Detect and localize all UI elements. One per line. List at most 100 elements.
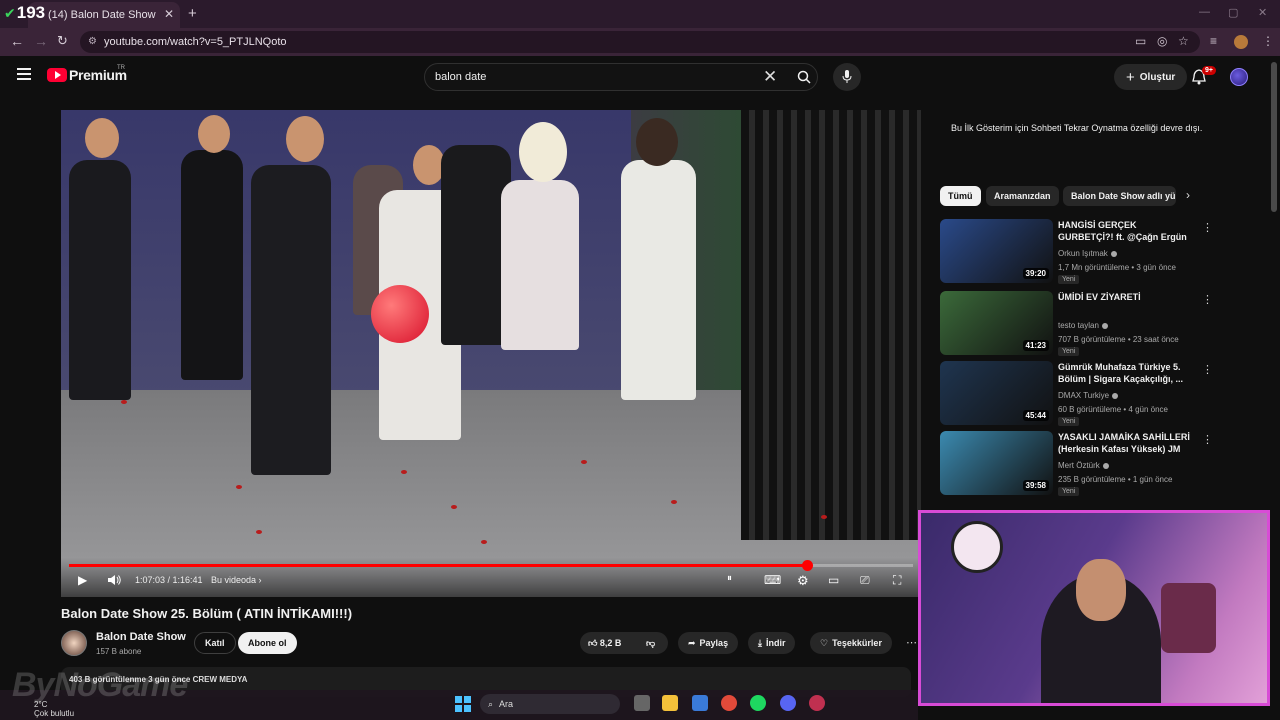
chip-from-channel[interactable]: Balon Date Show adlı yü [1063, 186, 1176, 206]
video-menu-icon[interactable]: ⋮ [1202, 221, 1213, 234]
tab-close-icon[interactable]: ✕ [164, 7, 174, 21]
create-button[interactable]: + Oluştur [1114, 64, 1188, 90]
viewer-counter: ✔ 193 [4, 3, 46, 22]
spotify-icon[interactable] [750, 695, 766, 711]
share-icon: ➦ [688, 637, 696, 648]
file-explorer-icon[interactable] [662, 695, 678, 711]
task-view-icon[interactable] [634, 695, 650, 711]
chip-from-search[interactable]: Aramanızdan [986, 186, 1059, 206]
fullscreen-icon[interactable]: ⛶ [893, 573, 901, 588]
video-duration: 45:44 [1022, 410, 1049, 421]
theater-mode-icon[interactable]: ▭ [828, 573, 839, 587]
eye-off-icon[interactable]: ◎ [1157, 34, 1167, 48]
video-menu-icon[interactable]: ⋮ [1202, 363, 1213, 376]
video-person-head [636, 118, 678, 166]
like-button[interactable]: 👍︎ 8,2 B [588, 638, 621, 649]
chair-image [1161, 583, 1216, 653]
profile-icon[interactable] [1234, 35, 1248, 49]
app-icon[interactable] [809, 695, 825, 711]
cast-icon[interactable]: ▭ [1135, 34, 1146, 48]
search-input[interactable] [435, 71, 755, 83]
recommended-video-title[interactable]: YASAKLI JAMAİKA SAHİLLERİ (Herkesin Kafa… [1058, 431, 1193, 455]
video-thumbnail[interactable]: 39:20 [940, 219, 1053, 283]
menu-list-icon[interactable]: ≡ [1210, 34, 1217, 48]
volume-icon[interactable] [108, 574, 122, 586]
guide-menu-icon[interactable] [17, 68, 31, 83]
bookmark-star-icon[interactable]: ☆ [1178, 34, 1189, 48]
youtube-header: Premium TR ✕ +Oluştur 9+ [0, 56, 1270, 98]
search-button[interactable] [789, 64, 819, 90]
minimize-icon[interactable]: — [1199, 6, 1210, 18]
recommended-channel-name[interactable]: Orkun Işıtmak [1058, 249, 1117, 258]
maximize-icon[interactable]: ▢ [1228, 6, 1238, 19]
recommended-channel-name[interactable]: Mert Öztürk [1058, 461, 1109, 470]
settings-gear-icon[interactable]: ⚙ [797, 573, 809, 589]
play-icon[interactable]: ▶ [78, 573, 87, 587]
recommended-video[interactable]: 41:23 ÜMİDİ EV ZİYARETİ testo taylan 707 B … [940, 291, 1215, 357]
chip-all[interactable]: Tümü [940, 186, 981, 206]
subtitles-icon[interactable]: ⌨ [764, 573, 781, 587]
recommended-channel-name[interactable]: testo taylan [1058, 321, 1108, 330]
cast-icon[interactable]: ⎚ [860, 573, 870, 588]
download-icon: ⤓ [758, 637, 762, 648]
weather-widget[interactable]: 2°C Çok bulutlu [34, 700, 74, 718]
recommended-video[interactable]: 45:44 Gümrük Muhafaza Türkiye 5. Bölüm | … [940, 361, 1215, 427]
chips-next-icon[interactable]: › [1186, 188, 1190, 202]
youtube-premium-logo[interactable]: Premium TR [47, 65, 127, 83]
petal [581, 460, 587, 464]
back-icon[interactable]: ← [10, 33, 24, 49]
region-code: TR [117, 65, 125, 71]
recommended-video[interactable]: 39:58 YASAKLI JAMAİKA SAHİLLERİ (Herkesin… [940, 431, 1215, 497]
page-scrollbar[interactable] [1271, 62, 1277, 212]
share-button[interactable]: ➦ Paylaş [678, 632, 739, 654]
close-window-icon[interactable]: ✕ [1258, 6, 1267, 19]
store-icon[interactable] [692, 695, 708, 711]
channel-name[interactable]: Balon Date Show [96, 631, 186, 643]
petal [236, 485, 242, 489]
subscribe-button[interactable]: Abone ol [238, 632, 297, 654]
new-badge: Yeni [1058, 347, 1080, 356]
progress-bar[interactable] [69, 560, 913, 571]
video-menu-icon[interactable]: ⋮ [1202, 433, 1213, 446]
site-info-icon[interactable]: ⚙ [88, 36, 97, 47]
channel-avatar[interactable] [61, 630, 87, 656]
windows-start-icon[interactable] [455, 696, 471, 712]
more-menu-icon[interactable]: ⋮ [1262, 34, 1274, 48]
voice-search-button[interactable] [833, 63, 861, 91]
search-icon [797, 70, 811, 84]
dislike-button[interactable]: 👎︎ [646, 638, 655, 649]
clear-search-icon[interactable]: ✕ [763, 67, 777, 87]
recommended-video-title[interactable]: Gümrük Muhafaza Türkiye 5. Bölüm | Sigar… [1058, 361, 1193, 385]
url-field[interactable]: ⚙ youtube.com/watch?v=5_PTJLNQoto [80, 31, 1200, 53]
recommended-video-title[interactable]: ÜMİDİ EV ZİYARETİ [1058, 291, 1193, 303]
counter-icon: ✔ [4, 4, 16, 21]
video-thumbnail[interactable]: 45:44 [940, 361, 1053, 425]
video-player[interactable]: ▶ 1:07:03 / 1:16:41 Bu videoda › ⏸ ⌨ ⚙ ▭… [61, 110, 921, 597]
video-thumbnail[interactable]: 39:58 [940, 431, 1053, 495]
video-person [251, 165, 331, 475]
autoplay-toggle-icon[interactable]: ⏸ [727, 573, 732, 584]
discord-icon[interactable] [780, 695, 796, 711]
progress-scrubber[interactable] [801, 560, 813, 571]
verified-icon [1110, 250, 1117, 257]
thanks-button[interactable]: ♡ Teşekkürler [810, 632, 892, 654]
reload-icon[interactable]: ↻ [57, 33, 68, 49]
video-menu-icon[interactable]: ⋮ [1202, 293, 1213, 306]
browser-tab[interactable]: (14) Balon Date Show 25. Bölüm ✕ [28, 2, 180, 28]
thanks-icon: ♡ [820, 637, 829, 648]
more-actions-icon[interactable]: ⋯ [906, 636, 917, 649]
join-button[interactable]: Katıl [194, 632, 236, 654]
video-thumbnail[interactable]: 41:23 [940, 291, 1053, 355]
download-button[interactable]: ⤓ İndir [748, 632, 796, 654]
chapter-button[interactable]: Bu videoda › [211, 575, 262, 585]
recommended-video-title[interactable]: HANGİSİ GERÇEK GURBETÇİ?! ft. @Çağn Ergü… [1058, 219, 1193, 243]
taskbar-search[interactable]: ⌕ Ara [480, 694, 620, 714]
forward-icon[interactable]: → [34, 33, 48, 49]
chrome-icon[interactable] [721, 695, 737, 711]
video-duration: 41:23 [1022, 340, 1049, 351]
like-dislike-group: 👍︎ 8,2 B 👎︎ [580, 632, 668, 654]
recommended-video[interactable]: 39:20 HANGİSİ GERÇEK GURBETÇİ?! ft. @Çağn… [940, 219, 1215, 285]
account-avatar[interactable] [1230, 68, 1248, 86]
new-tab-icon[interactable]: + [188, 5, 197, 22]
recommended-channel-name[interactable]: DMAX Turkiye [1058, 391, 1119, 400]
